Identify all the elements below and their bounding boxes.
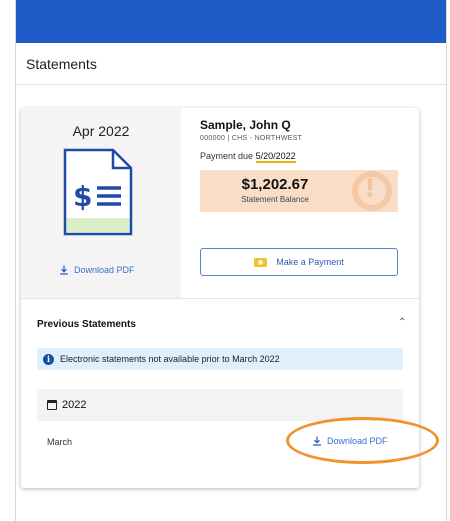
info-banner: i Electronic statements not available pr… <box>37 348 403 370</box>
make-a-payment-label: Make a Payment <box>276 257 344 267</box>
year-text: 2022 <box>62 399 87 411</box>
balance-amount: $1,202.67 <box>241 176 309 193</box>
credit-card-icon <box>254 257 268 267</box>
info-icon: i <box>43 353 54 365</box>
download-current-pdf-link[interactable]: Download PDF <box>59 265 135 275</box>
page-header: Statements <box>16 43 446 85</box>
statement-summary-right: Sample, John Q 000000 | CHS - NORTHWEST … <box>181 108 419 298</box>
statement-row-month: March <box>47 437 73 447</box>
statement-document-icon: $ <box>63 148 133 236</box>
payment-due-label: Payment due <box>200 151 254 161</box>
statement-month: Apr 2022 <box>72 123 130 139</box>
highlight-annotation-ring <box>286 417 439 464</box>
balance-label: Statement Balance <box>241 195 309 204</box>
account-holder-name: Sample, John Q <box>200 118 291 132</box>
download-icon <box>60 265 68 275</box>
page-title: Statements <box>26 56 97 72</box>
svg-text:$: $ <box>73 180 92 213</box>
previous-statements-header: Previous Statements <box>37 319 136 330</box>
info-banner-text: Electronic statements not available prio… <box>60 354 280 364</box>
year-header: 2022 <box>37 389 403 421</box>
payment-due-date: 5/20/2022 <box>255 151 296 163</box>
calendar-icon <box>47 400 57 410</box>
download-current-pdf-label: Download PDF <box>74 265 135 275</box>
payment-due-line: Payment due 5/20/2022 <box>200 151 296 163</box>
chevron-up-icon[interactable]: ⌃ <box>398 317 406 328</box>
account-number: 000000 | CHS - NORTHWEST <box>200 135 303 142</box>
year-label: 2022 <box>47 399 86 411</box>
exclamation-icon: ! <box>364 174 376 204</box>
statement-summary-left: Apr 2022 $ Download PDF <box>21 108 181 298</box>
top-navigation-bar <box>16 0 446 43</box>
statement-balance-box: $1,202.67 Statement Balance ! <box>200 170 398 212</box>
section-divider <box>21 298 419 299</box>
make-a-payment-button[interactable]: Make a Payment <box>200 248 398 276</box>
